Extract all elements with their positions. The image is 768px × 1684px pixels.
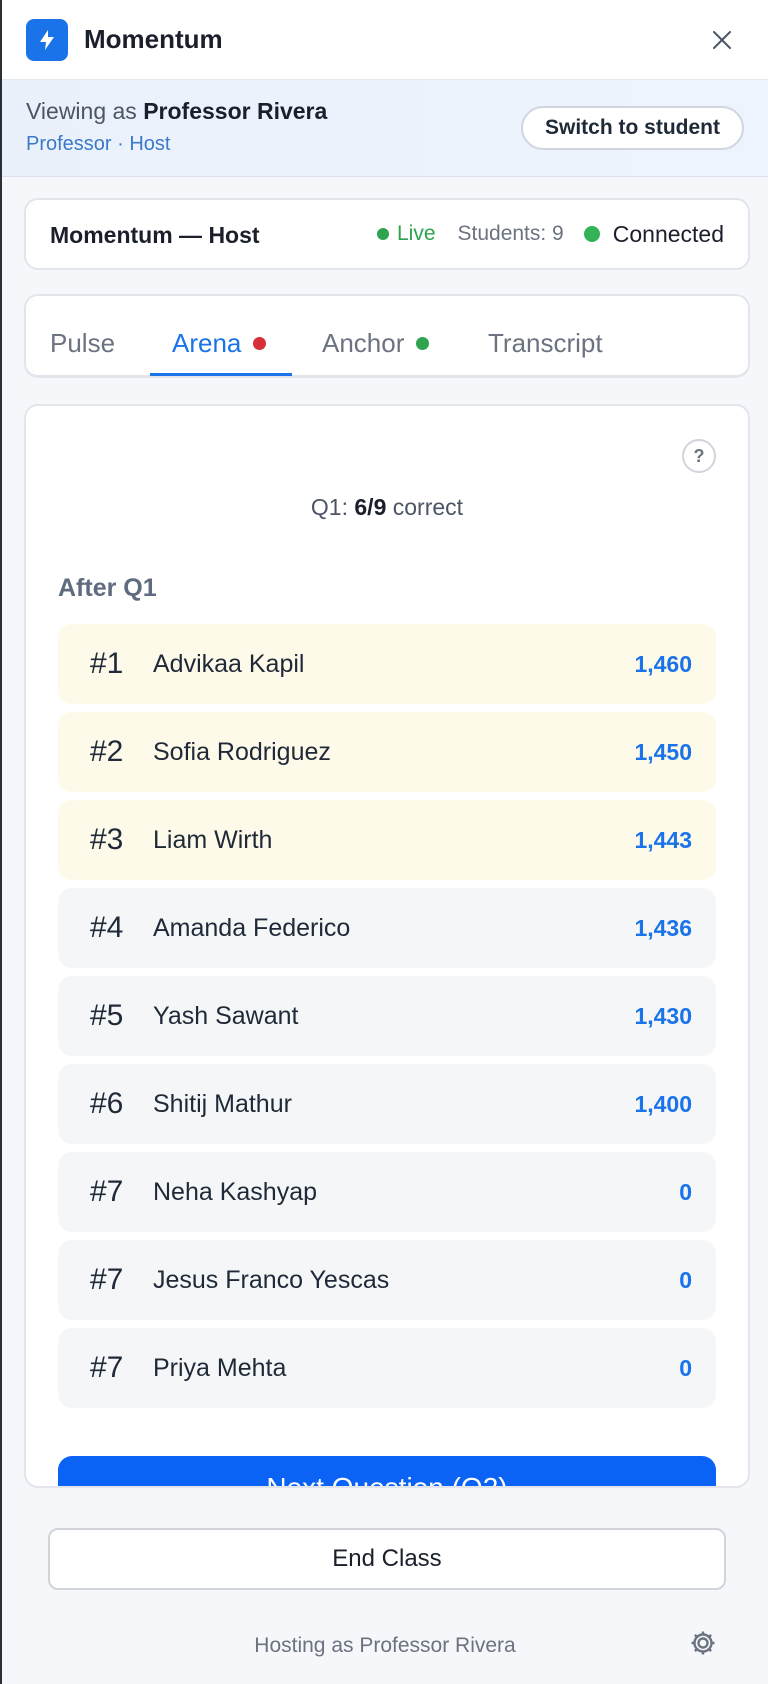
leaderboard-row: #6 Shitij Mathur 1,400 (58, 1064, 716, 1144)
rank: #7 (90, 1263, 124, 1296)
tab-pulse[interactable]: Pulse (50, 328, 115, 359)
score: 0 (679, 1178, 692, 1205)
tab-anchor[interactable]: Anchor (322, 328, 430, 359)
leaderboard-row: #5 Yash Sawant 1,430 (58, 976, 716, 1056)
student-name: Amanda Federico (153, 913, 351, 942)
rank: #6 (90, 1087, 124, 1120)
score: 0 (679, 1266, 692, 1293)
student-name: Jesus Franco Yescas (153, 1265, 390, 1294)
score: 1,450 (634, 738, 692, 765)
score: 1,436 (634, 914, 692, 941)
app-header: Momentum (2, 0, 768, 80)
viewing-prefix: Viewing as (26, 98, 137, 124)
arena-panel[interactable]: ? Q1: 6/9 correct After Q1 #1 Advikaa Ka… (24, 404, 750, 1488)
help-button[interactable]: ? (682, 439, 716, 473)
leaderboard-row: #7 Neha Kashyap 0 (58, 1152, 716, 1232)
summary-suffix: correct (392, 494, 464, 520)
next-question-button[interactable]: Next Question (Q2) (58, 1456, 716, 1486)
connected-dot-icon (583, 226, 600, 242)
tab-label: Pulse (50, 328, 116, 358)
tabs-bar: Pulse Arena Anchor Transcript (24, 294, 750, 378)
session-title: Momentum — Host (50, 222, 260, 248)
rank: #4 (90, 911, 124, 944)
rank: #5 (90, 999, 124, 1032)
score: 1,443 (634, 826, 692, 853)
leaderboard-row: #1 Advikaa Kapil 1,460 (58, 624, 716, 704)
leaderboard-row: #4 Amanda Federico 1,436 (58, 888, 716, 968)
tab-arena[interactable]: Arena (172, 328, 267, 359)
end-class-button[interactable]: End Class (48, 1528, 726, 1590)
tab-label: Transcript (488, 328, 603, 358)
switch-to-student-button[interactable]: Switch to student (521, 106, 744, 150)
student-name: Neha Kashyap (153, 1177, 318, 1206)
student-name: Advikaa Kapil (153, 649, 305, 678)
question-summary: Q1: 6/9 correct (26, 494, 748, 521)
alert-dot-icon (253, 337, 267, 350)
active-tab-underline (150, 373, 292, 376)
rank: #1 (90, 647, 124, 680)
status-card: Momentum — Host Live Students: 9 Connect… (24, 198, 750, 270)
student-name: Sofia Rodriguez (153, 737, 331, 766)
tab-label: Arena (172, 328, 242, 358)
live-label: Live (396, 222, 436, 245)
hosting-status: Hosting as Professor Rivera (254, 1634, 516, 1657)
viewing-name: Professor Rivera (143, 98, 328, 124)
leaderboard-heading: After Q1 (58, 574, 157, 602)
live-indicator: Live (376, 222, 436, 246)
rank: #2 (90, 735, 124, 768)
student-name: Shitij Mathur (153, 1089, 292, 1118)
live-dot-icon (376, 228, 389, 240)
rank: #7 (90, 1175, 124, 1208)
leaderboard-row: #7 Jesus Franco Yescas 0 (58, 1240, 716, 1320)
rank: #7 (90, 1351, 124, 1384)
leaderboard-row: #2 Sofia Rodriguez 1,450 (58, 712, 716, 792)
leaderboard: #1 Advikaa Kapil 1,460 #2 Sofia Rodrigue… (58, 624, 716, 1416)
connection-label: Connected (612, 220, 724, 247)
score: 1,400 (634, 1090, 692, 1117)
student-name: Priya Mehta (153, 1353, 287, 1382)
score: 0 (679, 1354, 692, 1381)
student-name: Liam Wirth (153, 825, 273, 854)
connection-status: Connected (583, 220, 724, 248)
tab-transcript[interactable]: Transcript (488, 328, 603, 359)
students-count: Students: 9 (457, 222, 564, 245)
tab-label: Anchor (322, 328, 405, 358)
status-dot-icon (416, 337, 430, 350)
student-name: Yash Sawant (153, 1001, 299, 1030)
app-title: Momentum (84, 24, 223, 54)
status-indicators: Live Students: 9 Connected (376, 200, 724, 268)
lightning-icon (26, 18, 68, 61)
gear-icon[interactable] (688, 1628, 718, 1658)
viewing-banner: Viewing as Professor Rivera Professor · … (2, 80, 768, 177)
score: 1,460 (634, 650, 692, 677)
score: 1,430 (634, 1002, 692, 1029)
leaderboard-row: #7 Priya Mehta 0 (58, 1328, 716, 1408)
leaderboard-row: #3 Liam Wirth 1,443 (58, 800, 716, 880)
viewing-as-text: Viewing as Professor Rivera (26, 98, 327, 125)
rank: #3 (90, 823, 124, 856)
summary-value: 6/9 (354, 494, 387, 520)
app-window: Momentum Viewing as Professor Rivera Pro… (0, 0, 768, 1684)
close-icon[interactable] (704, 22, 740, 58)
viewing-role: Professor · Host (26, 133, 171, 155)
summary-prefix: Q1: (310, 494, 348, 520)
